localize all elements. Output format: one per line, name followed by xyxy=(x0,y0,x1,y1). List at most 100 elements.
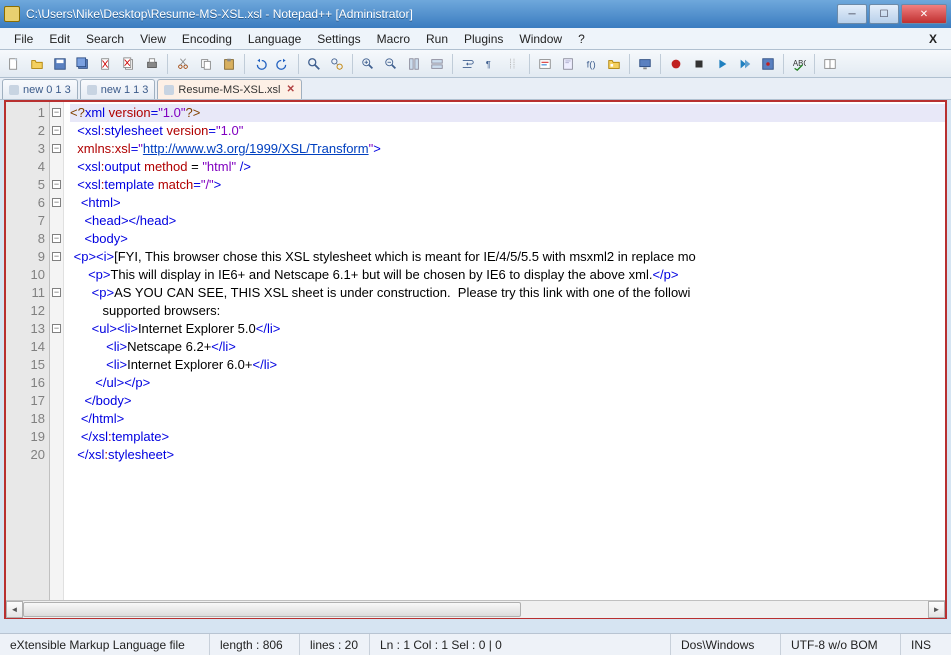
line-number: 8 xyxy=(6,230,45,248)
code-line[interactable]: </body> xyxy=(70,392,945,410)
code-line[interactable]: xmlns:xsl="http://www.w3.org/1999/XSL/Tr… xyxy=(70,140,945,158)
play-multi-icon[interactable] xyxy=(735,54,755,74)
code-line[interactable]: <ul><li>Internet Explorer 5.0</li> xyxy=(70,320,945,338)
lang-icon[interactable] xyxy=(535,54,555,74)
code-line[interactable]: <xsl:output method = "html" /> xyxy=(70,158,945,176)
code-line[interactable]: </xsl:template> xyxy=(70,428,945,446)
zoom-out-icon[interactable] xyxy=(381,54,401,74)
scroll-left-button[interactable]: ◄ xyxy=(6,601,23,618)
menu-encoding[interactable]: Encoding xyxy=(174,30,240,48)
zoom-in-icon[interactable] xyxy=(358,54,378,74)
tab-close-icon[interactable]: ✕ xyxy=(286,84,294,95)
status-position: Ln : 1 Col : 1 Sel : 0 | 0 xyxy=(370,634,671,655)
tab-0[interactable]: new 0 1 3 xyxy=(2,79,78,99)
minimize-button[interactable]: ─ xyxy=(837,4,867,24)
fold-marker[interactable]: − xyxy=(50,122,63,140)
fold-marker[interactable]: − xyxy=(50,284,63,302)
window-title: C:\Users\Nike\Desktop\Resume-MS-XSL.xsl … xyxy=(26,7,837,21)
line-number: 12 xyxy=(6,302,45,320)
code-line[interactable]: </html> xyxy=(70,410,945,428)
monitor-icon[interactable] xyxy=(635,54,655,74)
scroll-right-button[interactable]: ► xyxy=(928,601,945,618)
fold-marker xyxy=(50,212,63,230)
doc-switch-icon[interactable] xyxy=(820,54,840,74)
redo-icon[interactable] xyxy=(273,54,293,74)
menu-language[interactable]: Language xyxy=(240,30,309,48)
code-line[interactable]: <?xml version="1.0"?> xyxy=(70,104,945,122)
menu-macro[interactable]: Macro xyxy=(369,30,418,48)
menu-window[interactable]: Window xyxy=(511,30,570,48)
fold-marker[interactable]: − xyxy=(50,140,63,158)
func-list-icon[interactable]: f() xyxy=(581,54,601,74)
find-icon[interactable] xyxy=(304,54,324,74)
horizontal-scrollbar[interactable]: ◄ ► xyxy=(6,600,945,617)
stop-icon[interactable] xyxy=(689,54,709,74)
tab-1[interactable]: new 1 1 3 xyxy=(80,79,156,99)
folder-view-icon[interactable] xyxy=(604,54,624,74)
menu-help[interactable]: ? xyxy=(570,30,593,48)
close-button[interactable]: ✕ xyxy=(901,4,947,24)
maximize-button[interactable]: ☐ xyxy=(869,4,899,24)
replace-icon[interactable] xyxy=(327,54,347,74)
spellcheck-icon[interactable]: ABC xyxy=(789,54,809,74)
wrap-icon[interactable] xyxy=(458,54,478,74)
mdi-close-button[interactable]: X xyxy=(921,32,945,46)
paste-icon[interactable] xyxy=(219,54,239,74)
record-icon[interactable] xyxy=(666,54,686,74)
menu-run[interactable]: Run xyxy=(418,30,456,48)
status-bar: eXtensible Markup Language file length :… xyxy=(0,633,951,655)
code-line[interactable]: <li>Netscape 6.2+</li> xyxy=(70,338,945,356)
scroll-thumb[interactable] xyxy=(23,602,521,617)
cut-icon[interactable] xyxy=(173,54,193,74)
line-number: 2 xyxy=(6,122,45,140)
new-file-icon[interactable] xyxy=(4,54,24,74)
play-icon[interactable] xyxy=(712,54,732,74)
menu-view[interactable]: View xyxy=(132,30,174,48)
save-icon[interactable] xyxy=(50,54,70,74)
svg-text:ABC: ABC xyxy=(793,58,806,67)
fold-marker[interactable]: − xyxy=(50,248,63,266)
doc-map-icon[interactable] xyxy=(558,54,578,74)
print-icon[interactable] xyxy=(142,54,162,74)
undo-icon[interactable] xyxy=(250,54,270,74)
copy-icon[interactable] xyxy=(196,54,216,74)
fold-marker[interactable]: − xyxy=(50,176,63,194)
code-line[interactable]: </ul></p> xyxy=(70,374,945,392)
code-line[interactable]: <p>This will display in IE6+ and Netscap… xyxy=(70,266,945,284)
sync-v-icon[interactable] xyxy=(404,54,424,74)
tab-2[interactable]: Resume-MS-XSL.xsl✕ xyxy=(157,79,301,99)
code-line[interactable]: supported browsers: xyxy=(70,302,945,320)
menu-search[interactable]: Search xyxy=(78,30,132,48)
code-line[interactable]: <html> xyxy=(70,194,945,212)
close-icon[interactable] xyxy=(96,54,116,74)
code-line[interactable]: <xsl:template match="/"> xyxy=(70,176,945,194)
open-folder-icon[interactable] xyxy=(27,54,47,74)
code-line[interactable]: <li>Internet Explorer 6.0+</li> xyxy=(70,356,945,374)
code-line[interactable]: <p><i>[FYI, This browser chose this XSL … xyxy=(70,248,945,266)
save-all-icon[interactable] xyxy=(73,54,93,74)
all-chars-icon[interactable]: ¶ xyxy=(481,54,501,74)
code-line[interactable]: <head></head> xyxy=(70,212,945,230)
line-number-gutter: 1234567891011121314151617181920 xyxy=(6,102,50,600)
menu-file[interactable]: File xyxy=(6,30,41,48)
close-all-icon[interactable] xyxy=(119,54,139,74)
indent-guide-icon[interactable] xyxy=(504,54,524,74)
save-macro-icon[interactable] xyxy=(758,54,778,74)
fold-marker[interactable]: − xyxy=(50,194,63,212)
menu-plugins[interactable]: Plugins xyxy=(456,30,511,48)
menu-settings[interactable]: Settings xyxy=(309,30,368,48)
fold-marker[interactable]: − xyxy=(50,320,63,338)
code-line[interactable]: </xsl:stylesheet> xyxy=(70,446,945,464)
code-line[interactable]: <p>AS YOU CAN SEE, THIS XSL sheet is und… xyxy=(70,284,945,302)
svg-text:f(): f() xyxy=(587,59,596,70)
scroll-track[interactable] xyxy=(23,601,928,618)
editor-scroll[interactable]: 1234567891011121314151617181920 −−− −− −… xyxy=(6,102,945,600)
sync-h-icon[interactable] xyxy=(427,54,447,74)
code-view[interactable]: <?xml version="1.0"?> <xsl:stylesheet ve… xyxy=(64,102,945,600)
code-line[interactable]: <xsl:stylesheet version="1.0" xyxy=(70,122,945,140)
fold-marker[interactable]: − xyxy=(50,104,63,122)
code-line[interactable]: <body> xyxy=(70,230,945,248)
menu-edit[interactable]: Edit xyxy=(41,30,78,48)
fold-marker[interactable]: − xyxy=(50,230,63,248)
line-number: 19 xyxy=(6,428,45,446)
